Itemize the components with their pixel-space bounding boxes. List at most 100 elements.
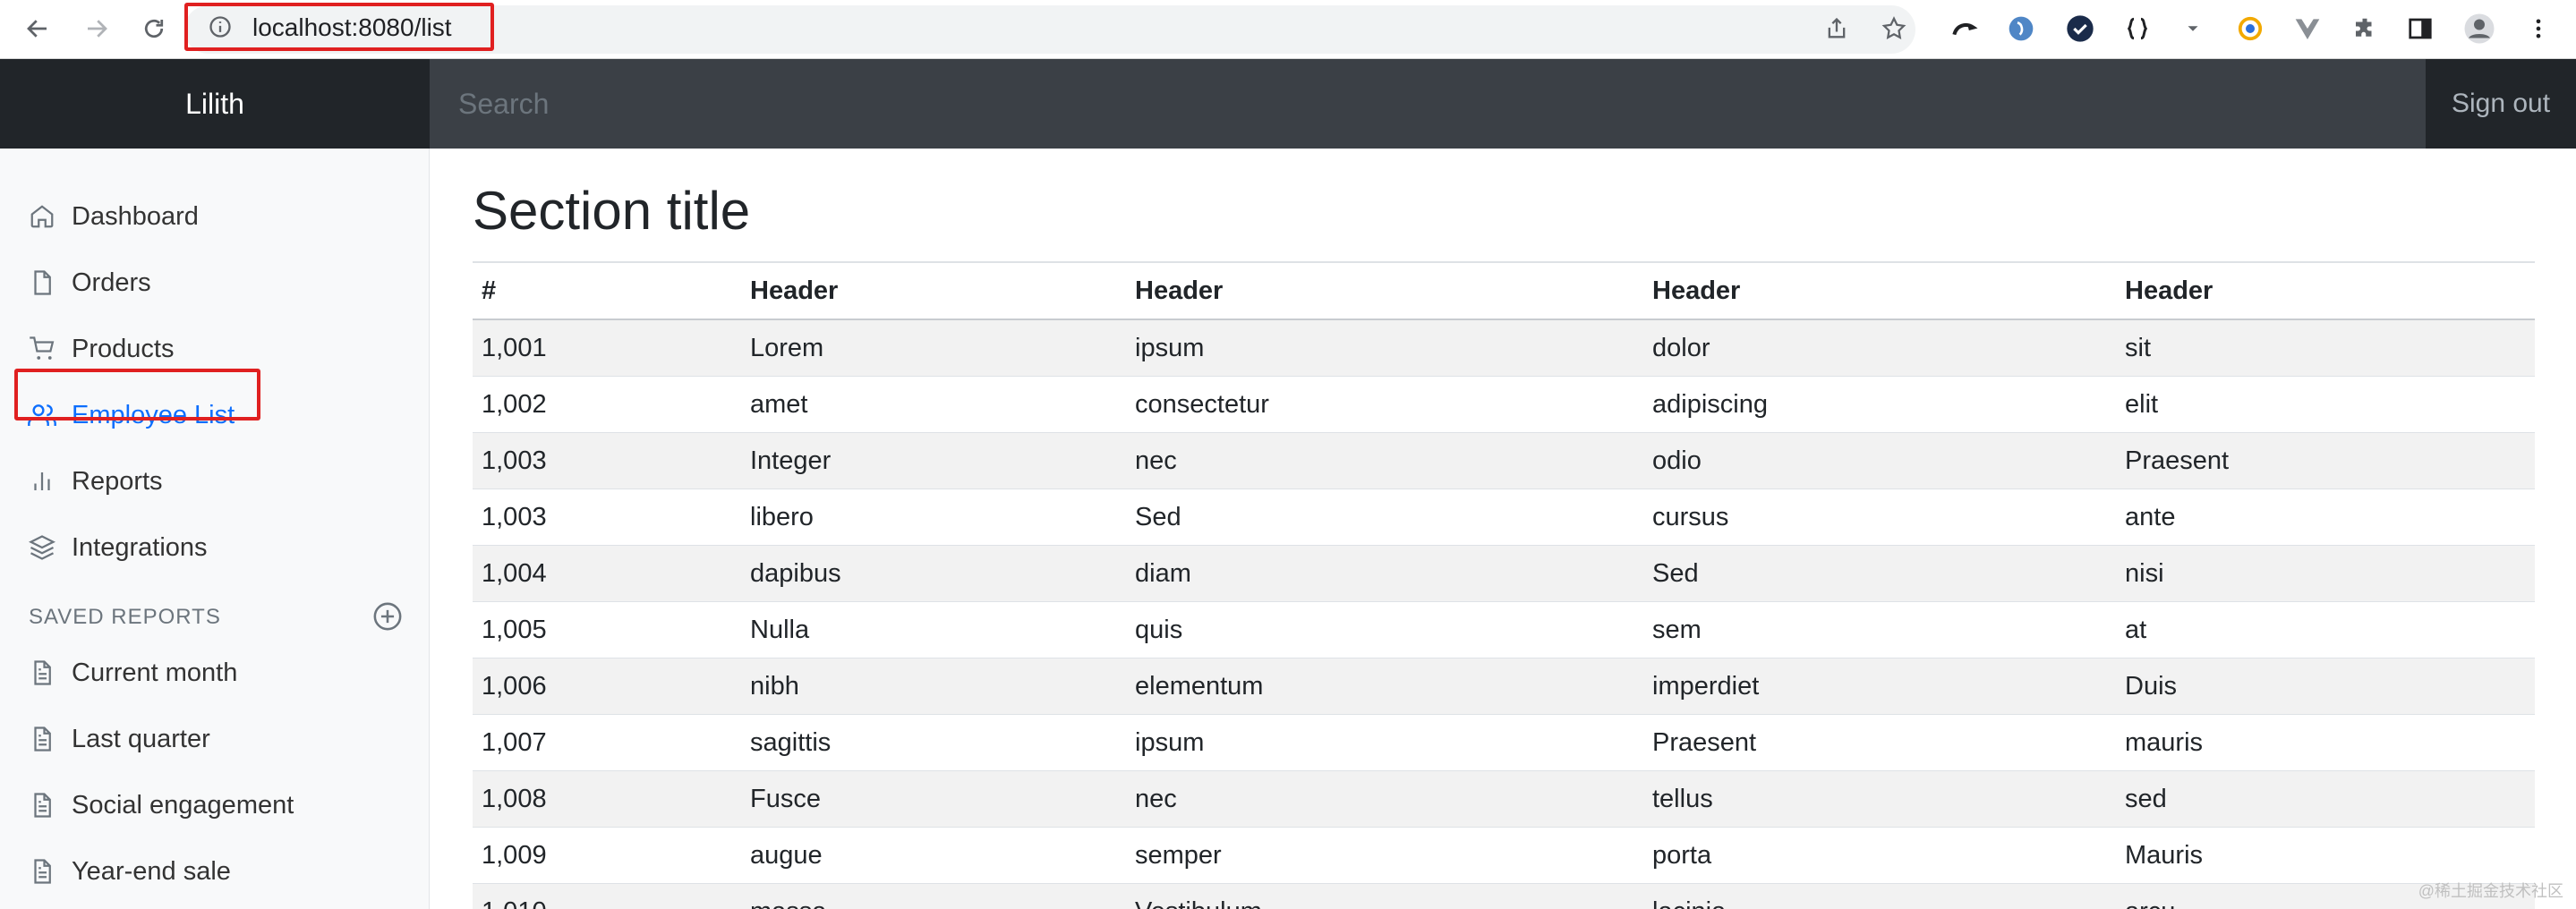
saved-report-last-quarter[interactable]: Last quarter bbox=[27, 718, 210, 760]
extension-4[interactable] bbox=[2121, 13, 2154, 45]
table-cell: nec bbox=[1135, 446, 1177, 475]
sign-out-link[interactable]: Sign out bbox=[2426, 59, 2576, 149]
table-cell: porta bbox=[1652, 840, 1712, 870]
table-cell: at bbox=[2125, 615, 2147, 644]
brand[interactable]: Lilith bbox=[0, 59, 430, 149]
file-text-icon bbox=[27, 724, 57, 754]
table-cell: 1,004 bbox=[482, 558, 547, 588]
search-input[interactable] bbox=[430, 59, 2426, 149]
file-icon bbox=[27, 268, 57, 298]
side-panel-button[interactable] bbox=[2404, 13, 2436, 45]
bar-chart-icon bbox=[27, 466, 57, 497]
avatar-icon bbox=[2464, 13, 2495, 44]
table-cell: sit bbox=[2125, 333, 2151, 362]
table-cell: diam bbox=[1135, 558, 1191, 588]
table-cell: ipsum bbox=[1135, 727, 1205, 757]
table-row[interactable]: 1,008 Fusce nec tellus sed bbox=[473, 771, 2535, 828]
add-report-button[interactable] bbox=[372, 601, 403, 632]
kebab-menu-icon bbox=[2536, 19, 2541, 38]
sidebar-item-reports[interactable]: Reports bbox=[27, 460, 163, 503]
sidebar-item-dashboard[interactable]: Dashboard bbox=[27, 195, 199, 238]
data-table: # Header Header Header Header 1,001 Lorem… bbox=[473, 261, 2535, 909]
table-cell: Nulla bbox=[750, 615, 810, 644]
table-cell: sem bbox=[1652, 615, 1702, 644]
table-cell: Sed bbox=[1652, 558, 1699, 588]
table-row[interactable]: 1,002 amet consectetur adipiscing elit bbox=[473, 377, 2535, 433]
share-button[interactable] bbox=[1821, 13, 1853, 45]
extensions-button[interactable] bbox=[2349, 13, 2381, 45]
saved-report-current-month[interactable]: Current month bbox=[27, 651, 237, 694]
sidebar: Dashboard Orders Products Employee List … bbox=[0, 149, 430, 909]
share-icon bbox=[1828, 17, 1846, 38]
extension-dropdown[interactable] bbox=[2177, 13, 2209, 45]
browser-menu-button[interactable] bbox=[2522, 13, 2555, 45]
table-row[interactable]: 1,010massaVestibulumlaciniaarcu bbox=[473, 884, 2535, 909]
browser-toolbar: localhost:8080/list bbox=[0, 0, 2576, 59]
extension-3[interactable] bbox=[2064, 13, 2096, 45]
table-cell: 1,001 bbox=[482, 333, 547, 362]
url-highlight-box bbox=[184, 3, 494, 51]
table-cell: Praesent bbox=[2125, 446, 2230, 475]
sidebar-item-integrations[interactable]: Integrations bbox=[27, 526, 208, 569]
side-panel-icon bbox=[2409, 18, 2432, 39]
saved-report-label: Current month bbox=[72, 658, 238, 687]
vue-icon bbox=[2295, 19, 2320, 39]
watermark: @稀土掘金技术社区 bbox=[2418, 882, 2563, 900]
curved-arrow-icon bbox=[1952, 23, 1978, 36]
table-cell: adipiscing bbox=[1652, 389, 1768, 419]
table-cell: ante bbox=[2125, 502, 2176, 531]
table-row[interactable]: 1,005 Nulla quis sem at bbox=[473, 602, 2535, 658]
check-circle-icon bbox=[2067, 15, 2094, 42]
column-header[interactable]: Header bbox=[1126, 276, 1643, 306]
table-cell: odio bbox=[1652, 446, 1702, 475]
sidebar-item-orders[interactable]: Orders bbox=[27, 261, 151, 304]
sidebar-item-products[interactable]: Products bbox=[27, 327, 174, 370]
arrow-left-icon bbox=[27, 20, 47, 38]
table-row[interactable]: 1,004 dapibus diam Sed nisi bbox=[473, 546, 2535, 602]
saved-report-label: Year-end sale bbox=[72, 856, 231, 886]
table-cell: imperdiet bbox=[1652, 671, 1760, 701]
table-cell: dapibus bbox=[750, 558, 841, 588]
table-cell: lacinia bbox=[1643, 897, 2116, 909]
column-header[interactable]: # bbox=[473, 276, 741, 306]
layers-icon bbox=[27, 532, 57, 563]
saved-report-social-engagement[interactable]: Social engagement bbox=[27, 784, 294, 827]
extension-2[interactable] bbox=[2005, 13, 2037, 45]
table-cell: consectetur bbox=[1135, 389, 1269, 419]
table-row[interactable]: 1,003 libero Sed cursus ante bbox=[473, 489, 2535, 546]
extension-1[interactable] bbox=[1948, 13, 1980, 45]
table-cell: 1,008 bbox=[482, 784, 547, 813]
back-button[interactable] bbox=[20, 11, 55, 47]
table-cell: Vestibulum bbox=[1126, 897, 1643, 909]
file-text-icon bbox=[27, 658, 57, 688]
table-cell: massa bbox=[741, 897, 1126, 909]
circle-logo-icon bbox=[2009, 16, 2034, 41]
table-row[interactable]: 1,006 nibh elementum imperdiet Duis bbox=[473, 658, 2535, 715]
caret-down-icon bbox=[2188, 26, 2198, 31]
table-row[interactable]: 1,009 augue semper porta Mauris bbox=[473, 828, 2535, 884]
file-text-icon bbox=[27, 790, 57, 820]
extension-5[interactable] bbox=[2234, 13, 2266, 45]
column-header[interactable]: Header bbox=[1643, 276, 2116, 306]
forward-button[interactable] bbox=[79, 11, 115, 47]
table-row[interactable]: 1,007 sagittis ipsum Praesent mauris bbox=[473, 715, 2535, 771]
table-cell: elit bbox=[2125, 389, 2159, 419]
bookmark-button[interactable] bbox=[1878, 13, 1910, 45]
sidebar-item-label: Integrations bbox=[72, 532, 208, 562]
table-header-row: # Header Header Header Header bbox=[473, 263, 2535, 320]
section-title: Section title bbox=[473, 181, 751, 241]
reload-button[interactable] bbox=[136, 11, 172, 47]
table-cell: 1,003 bbox=[482, 446, 547, 475]
profile-button[interactable] bbox=[2463, 13, 2495, 45]
column-header[interactable]: Header bbox=[741, 276, 1126, 306]
column-header[interactable]: Header bbox=[2116, 276, 2535, 306]
arrow-right-icon bbox=[88, 20, 107, 38]
table-cell: Fusce bbox=[750, 784, 821, 813]
extension-6[interactable] bbox=[2291, 13, 2324, 45]
table-row[interactable]: 1,001 Lorem ipsum dolor sit bbox=[473, 320, 2535, 377]
saved-report-year-end-sale[interactable]: Year-end sale bbox=[27, 850, 231, 893]
app-navbar: Lilith Sign out bbox=[0, 59, 2576, 149]
color-picker-icon bbox=[2238, 16, 2263, 41]
sidebar-item-label: Dashboard bbox=[72, 201, 199, 231]
table-row[interactable]: 1,003 Integer nec odio Praesent bbox=[473, 433, 2535, 489]
